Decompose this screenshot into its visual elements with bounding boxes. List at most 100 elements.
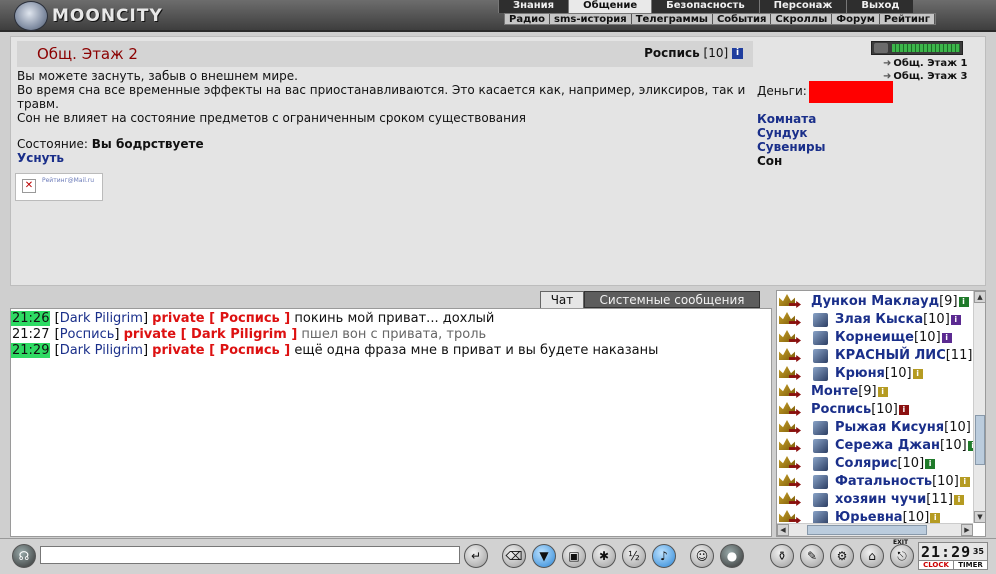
subnav-item[interactable]: Телеграммы	[632, 14, 713, 25]
message-author[interactable]: Dark Piligrim	[60, 311, 143, 326]
nav-item[interactable]: Общение	[568, 0, 652, 13]
user-row[interactable]: Монте[9] i	[777, 383, 973, 401]
message-author[interactable]: Dark Piligrim	[60, 343, 143, 358]
bottle-icon[interactable]: ⚱	[770, 544, 794, 568]
link-room[interactable]: Комната	[757, 112, 816, 126]
user-name-text[interactable]: Сережа Джан	[835, 438, 940, 453]
user-name[interactable]: Рыжая Кисуня[10]	[835, 419, 971, 437]
user-row[interactable]: КРАСНЫЙ ЛИС[11]	[777, 347, 973, 365]
info-icon[interactable]: i	[912, 368, 923, 379]
clan-icon[interactable]	[813, 349, 828, 363]
user-list[interactable]: Дункон Маклауд[9] i Злая Кыска[10] i Корнеищ…	[777, 291, 973, 523]
chat-log[interactable]: 21:26 [Dark Piligrim] private [ Роспись …	[10, 308, 772, 537]
subnav-item[interactable]: Форум	[832, 14, 880, 25]
user-name-text[interactable]: хозяин чучи	[835, 492, 926, 507]
user-name[interactable]: Злая Кыска[10] i	[835, 311, 961, 329]
user-name-text[interactable]: Юрьевна	[835, 510, 903, 523]
subnav-item[interactable]: События	[713, 14, 772, 25]
eraser-icon[interactable]: ⌫	[502, 544, 526, 568]
user-name-text[interactable]: Роспись	[811, 402, 871, 417]
rating-counter[interactable]: ✕ Рейтинг@Mail.ru	[15, 173, 103, 201]
user-name[interactable]: Корнеище[10] i	[835, 329, 952, 347]
private-label[interactable]: private [ Dark Piligrim ]	[124, 327, 298, 342]
scroll-left-icon[interactable]: ◀	[777, 524, 789, 536]
user-row[interactable]: Солярис[10] i	[777, 455, 973, 473]
private-label[interactable]: private [ Роспись ]	[152, 311, 290, 326]
tab-chat[interactable]: Чат	[540, 291, 584, 308]
private-label[interactable]: private [ Роспись ]	[152, 343, 290, 358]
filter-icon[interactable]: ▼	[532, 544, 556, 568]
info-icon[interactable]: i	[877, 386, 888, 397]
scroll-thumb[interactable]	[975, 415, 985, 465]
subnav-item[interactable]: Рейтинг	[880, 14, 935, 25]
clock-label[interactable]: CLOCK	[919, 560, 953, 569]
user-name-text[interactable]: КРАСНЫЙ ЛИС	[835, 348, 946, 363]
translit-icon[interactable]: ½	[622, 544, 646, 568]
info-icon[interactable]: i	[953, 494, 964, 505]
speaker-icon[interactable]: ☊	[12, 544, 36, 568]
tab-system-messages[interactable]: Системные сообщения	[584, 291, 760, 308]
user-name-text[interactable]: Фатальность	[835, 474, 932, 489]
subnav-item[interactable]: Радио	[505, 14, 551, 25]
user-row[interactable]: Крюня[10] i	[777, 365, 973, 383]
user-name[interactable]: Дункон Маклауд[9] i	[811, 293, 969, 311]
emote-icon[interactable]: ✱	[592, 544, 616, 568]
info-icon[interactable]: i	[898, 404, 909, 415]
link-sleep[interactable]: Сон	[757, 154, 782, 168]
gear-icon[interactable]: ⚙	[830, 544, 854, 568]
user-name-text[interactable]: Корнеище	[835, 330, 914, 345]
clan-icon[interactable]	[813, 457, 828, 471]
user-name-text[interactable]: Крюня	[835, 366, 885, 381]
info-icon[interactable]: i	[958, 296, 969, 307]
subnav-item[interactable]: Скроллы	[771, 14, 833, 25]
user-name[interactable]: Роспись[10] i	[811, 401, 909, 419]
user-row[interactable]: Юрьевна[10] i	[777, 509, 973, 523]
floor-link[interactable]: ➜ Общ. Этаж 3	[883, 71, 967, 82]
save-icon[interactable]: ▣	[562, 544, 586, 568]
vertical-scrollbar[interactable]: ▲ ▼	[973, 291, 985, 523]
user-name-text[interactable]: Дункон Маклауд	[811, 294, 939, 309]
scroll-thumb[interactable]	[807, 525, 927, 535]
nav-item[interactable]: Выход	[846, 0, 913, 13]
scroll-right-icon[interactable]: ▶	[961, 524, 973, 536]
user-name[interactable]: Фатальность[10] i	[835, 473, 970, 491]
nav-item[interactable]: Безопасность	[651, 0, 759, 13]
clan-icon[interactable]	[813, 511, 828, 523]
user-row[interactable]: Злая Кыска[10] i	[777, 311, 973, 329]
nav-item[interactable]: Персонаж	[758, 0, 847, 13]
user-name-text[interactable]: Злая Кыска	[835, 312, 923, 327]
user-row[interactable]: Корнеище[10] i	[777, 329, 973, 347]
info-icon[interactable]: i	[959, 476, 970, 487]
helmet-icon[interactable]: ●	[720, 544, 744, 568]
user-name[interactable]: Сережа Джан[10]i	[835, 437, 973, 455]
clan-icon[interactable]	[813, 493, 828, 507]
scroll-down-icon[interactable]: ▼	[974, 511, 985, 523]
info-icon[interactable]: i	[925, 458, 936, 469]
send-icon[interactable]: ↵	[464, 544, 488, 568]
subnav-item[interactable]: sms-история	[550, 14, 632, 25]
user-row[interactable]: Роспись[10] i	[777, 401, 973, 419]
info-icon[interactable]: i	[950, 314, 961, 325]
scroll-icon[interactable]: ✎	[800, 544, 824, 568]
timer-label[interactable]: TIMER	[953, 560, 987, 569]
user-row[interactable]: Дункон Маклауд[9] i	[777, 293, 973, 311]
user-row[interactable]: Сережа Джан[10]i	[777, 437, 973, 455]
user-row[interactable]: Рыжая Кисуня[10]	[777, 419, 973, 437]
user-name-text[interactable]: Рыжая Кисуня	[835, 420, 944, 435]
nav-item[interactable]: Знания	[498, 0, 568, 13]
user-name[interactable]: Монте[9] i	[811, 383, 888, 401]
sleep-link[interactable]: Уснуть	[17, 151, 64, 165]
clan-icon[interactable]	[813, 367, 828, 381]
user-name-text[interactable]: Солярис	[835, 456, 897, 471]
clan-icon[interactable]	[813, 331, 828, 345]
message-author[interactable]: Роспись	[60, 327, 115, 342]
user-name[interactable]: Солярис[10] i	[835, 455, 936, 473]
clan-icon[interactable]	[813, 313, 828, 327]
user-name[interactable]: хозяин чучи[11] i	[835, 491, 964, 509]
lock-icon[interactable]: ⌂	[860, 544, 884, 568]
user-name[interactable]: Крюня[10] i	[835, 365, 923, 383]
chat-input[interactable]	[40, 546, 460, 564]
user-row[interactable]: Фатальность[10] i	[777, 473, 973, 491]
music-icon[interactable]: ♪	[652, 544, 676, 568]
info-icon[interactable]: i	[941, 332, 952, 343]
